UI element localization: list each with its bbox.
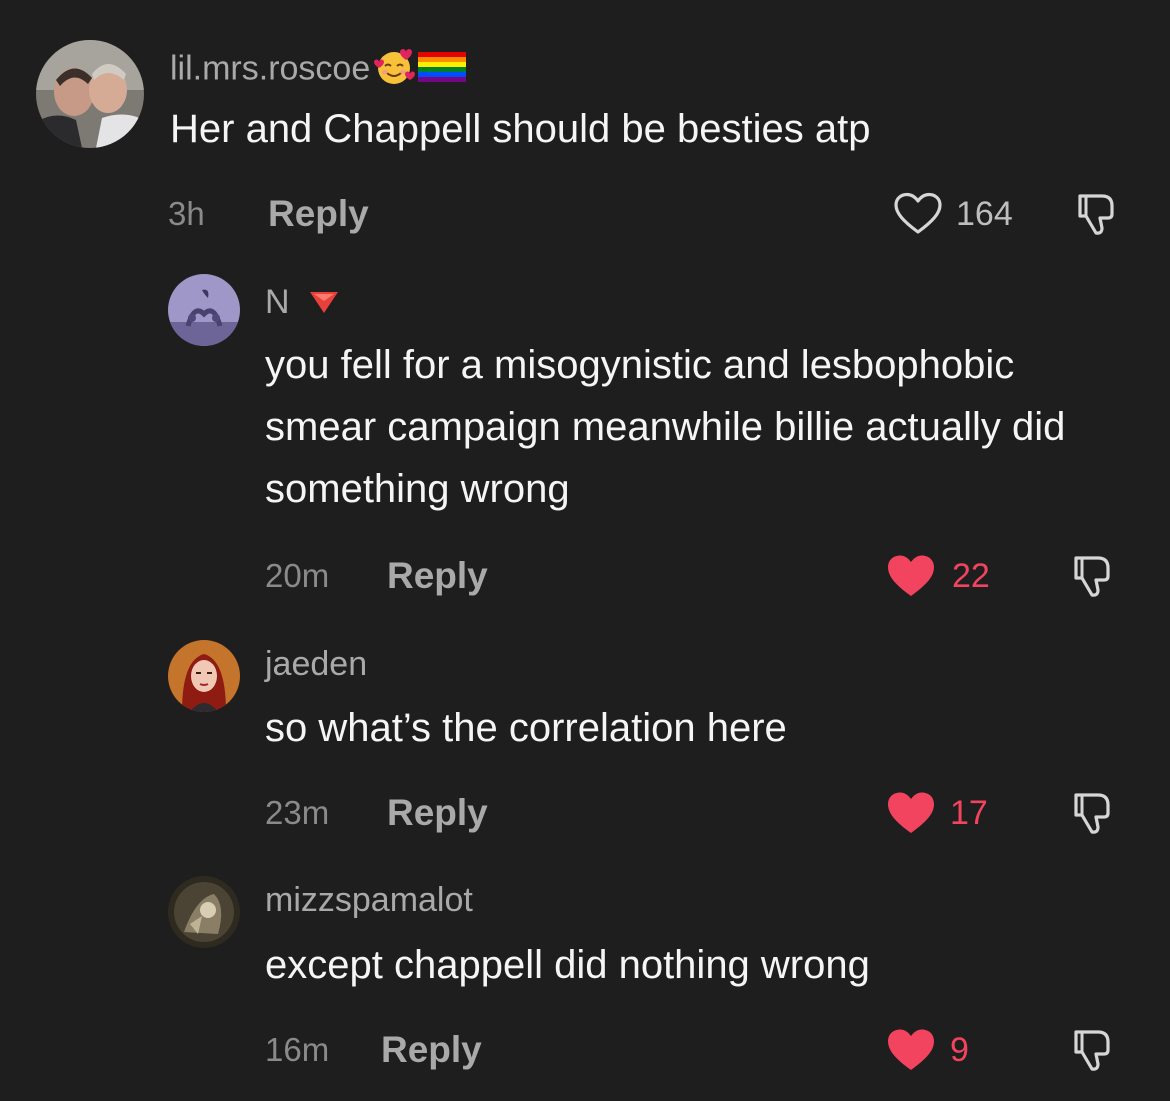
comment-time: 16m — [265, 1031, 330, 1068]
like-count: 17 — [950, 794, 988, 832]
reply-button[interactable]: Reply — [381, 1030, 482, 1070]
heart-filled-icon[interactable] — [886, 554, 936, 598]
comment-time: 3h — [168, 195, 205, 232]
username-text: lil.mrs.roscoe — [170, 49, 371, 88]
comment-text: so what’s the correlation here — [265, 706, 787, 750]
like-count: 164 — [956, 195, 1013, 233]
comment-text: except chappell did nothing wrong — [265, 943, 870, 987]
thumbs-down-icon[interactable] — [1072, 188, 1122, 238]
red-triangle-down-icon — [308, 284, 340, 324]
avatar[interactable] — [168, 876, 240, 948]
comment-username[interactable]: lil.mrs.roscoe — [170, 46, 467, 95]
like-count: 9 — [950, 1031, 969, 1069]
heart-outline-icon[interactable] — [893, 192, 943, 236]
like-count: 22 — [952, 557, 990, 595]
avatar[interactable] — [36, 40, 144, 148]
comment-username[interactable]: mizzspamalot — [265, 880, 473, 920]
thumbs-down-icon[interactable] — [1068, 787, 1118, 837]
comment-time: 23m — [265, 794, 330, 831]
thumbs-down-icon[interactable] — [1068, 550, 1118, 600]
comments-thread: lil.mrs.roscoe Her and Chappell should b… — [0, 0, 1170, 1101]
heart-filled-icon[interactable] — [886, 1028, 936, 1072]
comment-username[interactable]: jaeden — [265, 644, 367, 684]
avatar[interactable] — [168, 274, 240, 346]
avatar[interactable] — [168, 640, 240, 712]
thumbs-down-icon[interactable] — [1068, 1024, 1118, 1074]
username-text: N — [265, 283, 290, 321]
comment-text: Her and Chappell should be besties atp — [170, 107, 871, 151]
reply-button[interactable]: Reply — [387, 793, 488, 833]
heart-filled-icon[interactable] — [886, 791, 936, 835]
rainbow-flag-icon — [418, 51, 467, 91]
reply-button[interactable]: Reply — [387, 556, 488, 596]
comment-username[interactable]: N — [265, 282, 340, 324]
comment-time: 20m — [265, 557, 330, 594]
comment-text: you fell for a misogynistic and lesbopho… — [265, 343, 1066, 511]
smiling-face-with-hearts-icon — [372, 46, 416, 95]
reply-button[interactable]: Reply — [268, 194, 369, 234]
